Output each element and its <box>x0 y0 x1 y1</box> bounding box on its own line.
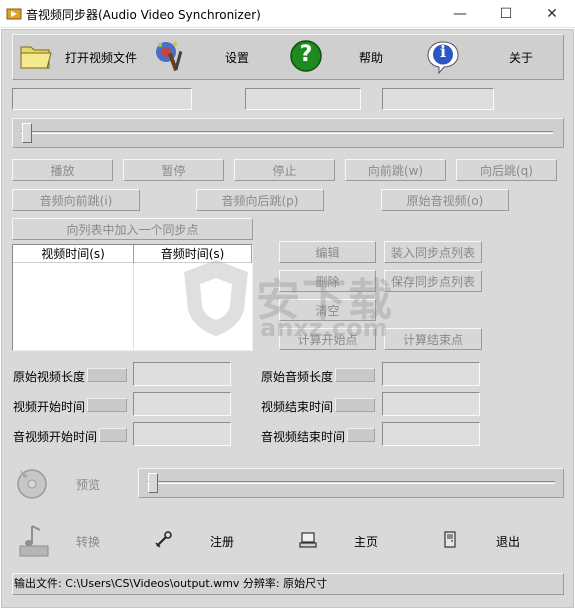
label-pad <box>87 368 127 382</box>
av-end-field[interactable] <box>382 422 480 446</box>
status-bar: 输出文件: C:\Users\CS\Videos\output.wmv 分辨率:… <box>12 573 564 595</box>
sync-point-list[interactable]: 视频时间(s) 音频时间(s) <box>12 244 253 351</box>
calc-end-button[interactable]: 计算结束点 <box>384 328 482 350</box>
disc-icon <box>17 469 47 499</box>
video-end-field[interactable] <box>382 392 480 416</box>
help-button[interactable]: ? 帮助 <box>287 35 397 79</box>
register-icon <box>155 531 172 548</box>
music-convert-icon <box>19 525 49 557</box>
computer-icon <box>299 532 317 548</box>
slider-thumb[interactable] <box>22 123 32 143</box>
register-label: 注册 <box>210 535 235 549</box>
video-file-field[interactable] <box>12 88 192 110</box>
settings-button[interactable]: 设置 <box>153 35 263 79</box>
open-video-button[interactable]: 打开视频文件 <box>17 35 147 79</box>
label-pad <box>335 398 375 412</box>
title-bar: 音视频同步器(Audio Video Synchronizer) — ☐ ✕ <box>0 0 575 28</box>
av-end-label: 音视频结束时间 <box>261 430 346 444</box>
orig-video-length-field[interactable] <box>133 362 231 386</box>
folder-icon <box>20 46 52 69</box>
settings-label: 设置 <box>225 51 250 65</box>
calc-start-button[interactable]: 计算开始点 <box>279 328 376 350</box>
audio-jump-forward-button[interactable]: 音频向前跳(i) <box>12 189 140 211</box>
open-video-label: 打开视频文件 <box>65 51 138 65</box>
add-sync-point-button[interactable]: 向列表中加入一个同步点 <box>12 218 253 240</box>
app-icon <box>6 8 22 20</box>
orig-audio-length-field[interactable] <box>382 362 480 386</box>
av-start-field[interactable] <box>133 422 231 446</box>
about-label: 关于 <box>509 51 534 65</box>
audio-jump-backward-button[interactable]: 音频向后跳(p) <box>196 189 324 211</box>
help-label: 帮助 <box>359 51 384 65</box>
label-pad <box>87 398 127 412</box>
video-position-slider[interactable] <box>12 118 564 148</box>
audio-time-field[interactable] <box>382 88 494 110</box>
video-start-label: 视频开始时间 <box>13 400 86 414</box>
delete-button[interactable]: 删除 <box>279 270 376 292</box>
exit-label: 退出 <box>496 535 521 549</box>
maximize-button[interactable]: ☐ <box>483 0 529 28</box>
original-av-button[interactable]: 原始音视频(o) <box>381 189 509 211</box>
orig-audio-length-label: 原始音频长度 <box>261 370 334 384</box>
close-button[interactable]: ✕ <box>529 0 575 28</box>
label-pad <box>335 368 375 382</box>
exit-door-icon <box>444 531 456 548</box>
video-end-label: 视频结束时间 <box>261 400 334 414</box>
column-audio-time[interactable]: 音频时间(s) <box>134 245 252 263</box>
toolbar: 打开视频文件 设置 ? 帮助 i 关于 <box>12 34 564 80</box>
edit-button[interactable]: 编辑 <box>279 241 376 263</box>
jump-forward-button[interactable]: 向前跳(w) <box>345 159 446 181</box>
info-glyph: i <box>439 42 447 61</box>
label-pad <box>99 428 127 442</box>
jump-backward-button[interactable]: 向后跳(q) <box>456 159 557 181</box>
slider-groove <box>21 131 553 134</box>
settings-icon <box>156 42 183 72</box>
home-button[interactable]: 主页 <box>298 524 388 556</box>
preview-label: 预览 <box>76 478 101 492</box>
preview-slider-thumb[interactable] <box>148 473 158 493</box>
convert-label: 转换 <box>76 535 101 549</box>
column-video-time[interactable]: 视频时间(s) <box>13 245 134 263</box>
pause-button[interactable]: 暂停 <box>123 159 224 181</box>
column-divider <box>133 263 134 350</box>
label-pad <box>347 428 375 442</box>
video-start-field[interactable] <box>133 392 231 416</box>
minimize-button[interactable]: — <box>437 0 483 28</box>
load-list-button[interactable]: 装入同步点列表 <box>384 241 482 263</box>
video-time-field[interactable] <box>245 88 361 110</box>
help-glyph: ? <box>299 42 313 67</box>
preview-slider[interactable] <box>138 468 564 498</box>
home-label: 主页 <box>354 535 379 549</box>
stop-button[interactable]: 停止 <box>234 159 335 181</box>
about-button[interactable]: i 关于 <box>425 35 545 79</box>
preview-button[interactable]: 预览 <box>14 464 124 502</box>
av-start-label: 音视频开始时间 <box>13 430 98 444</box>
clear-button[interactable]: 清空 <box>279 299 376 321</box>
save-list-button[interactable]: 保存同步点列表 <box>384 270 482 292</box>
convert-button[interactable]: 转换 <box>14 522 124 558</box>
register-button[interactable]: 注册 <box>154 524 244 556</box>
play-button[interactable]: 播放 <box>12 159 113 181</box>
orig-video-length-label: 原始视频长度 <box>13 370 86 384</box>
window-title: 音视频同步器(Audio Video Synchronizer) <box>26 8 261 22</box>
exit-button[interactable]: 退出 <box>440 524 530 556</box>
list-header: 视频时间(s) 音频时间(s) <box>13 245 252 263</box>
preview-slider-groove <box>147 481 555 484</box>
